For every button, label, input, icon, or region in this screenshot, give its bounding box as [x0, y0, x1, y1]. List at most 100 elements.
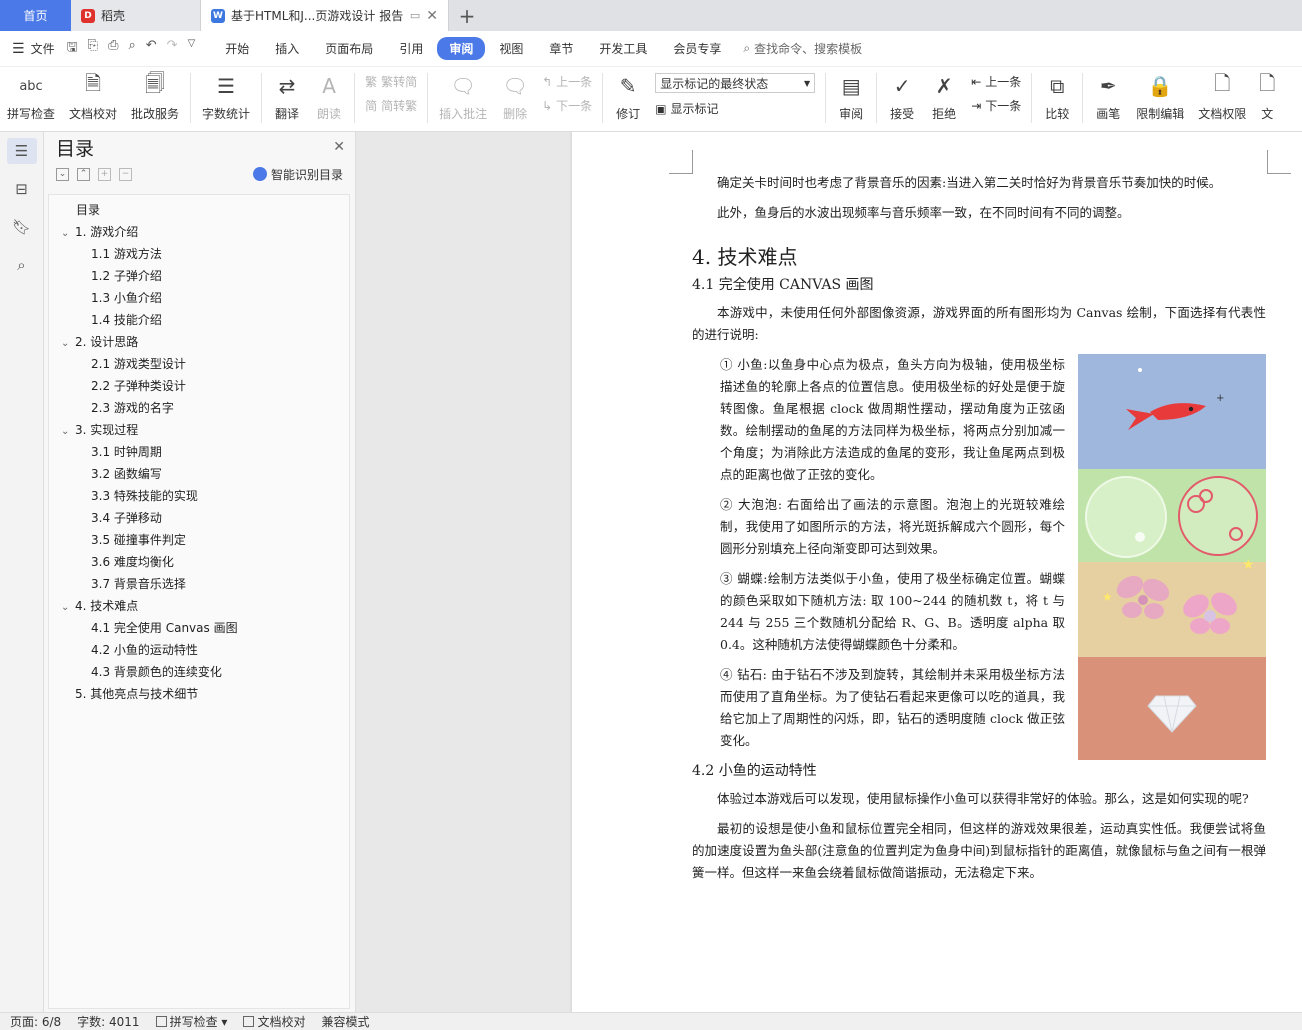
tab-document[interactable]: W 基于HTML和J...页游戏设计 报告 ▭ ✕ — [201, 0, 449, 31]
show-marks-label: 显示标记 — [670, 102, 719, 116]
toc-view-icon[interactable]: ☰ — [6, 138, 37, 164]
bookmark-icon[interactable]: 🔖︎ — [7, 214, 37, 240]
compare-button[interactable]: ⧉ 比较 — [1036, 71, 1078, 122]
trad-to-simp-button[interactable]: 繁繁转简 — [365, 73, 417, 90]
markup-mode-select[interactable]: 显示标记的最终状态 ▼ — [655, 73, 816, 93]
command-search[interactable]: ⌕ 查找命令、搜索模板 — [743, 40, 862, 57]
toc-item[interactable]: 1.1 游戏方法 — [49, 243, 349, 265]
toc-item[interactable]: 1.2 子弹介绍 — [49, 265, 349, 287]
chevron-down-icon[interactable]: ⌄ — [61, 223, 75, 245]
toc-item[interactable]: 3.2 函数编写 — [49, 463, 349, 485]
word-count-button[interactable]: ☰ 字数统计 — [195, 71, 257, 122]
annotate-service-button[interactable]: 🗐 批改服务 — [124, 71, 186, 122]
spell-check-status[interactable]: 拼写检查 ▾ — [155, 1013, 227, 1030]
prev-revision-button[interactable]: ⇤ 上一条 — [971, 73, 1021, 90]
next-comment-button[interactable]: ↳ 下一条 — [542, 97, 592, 114]
toc-item[interactable]: 5. 其他亮点与技术细节 — [49, 683, 349, 705]
word-count-indicator[interactable]: 字数: 4011 — [77, 1013, 139, 1030]
read-aloud-button[interactable]: A 朗读 — [308, 71, 350, 122]
proof-status[interactable]: 文档校对 — [243, 1013, 305, 1030]
smart-toc-button[interactable]: 智能识别目录 — [252, 166, 343, 183]
checkbox-icon — [155, 1016, 167, 1027]
review-pane-button[interactable]: ▤ 审阅 — [830, 71, 872, 122]
menu-tab-5[interactable]: 视图 — [487, 37, 535, 60]
toc-item[interactable]: 3.6 难度均衡化 — [49, 551, 349, 573]
toc-item[interactable]: 4.2 小鱼的运动特性 — [49, 639, 349, 661]
accept-button[interactable]: ✓ 接受 — [881, 71, 923, 122]
document-page[interactable]: 确定关卡时间时也考虑了背景音乐的因素:当进入第二关时恰好为背景音乐节奏加快的时候… — [572, 132, 1302, 1012]
new-tab-button[interactable]: + — [449, 0, 485, 31]
toc-item[interactable]: 3.7 背景音乐选择 — [49, 573, 349, 595]
close-tab-icon[interactable]: ✕ — [426, 8, 438, 24]
file-menu[interactable]: ☰ 文件 — [12, 40, 55, 57]
translate-button[interactable]: ⇄ 翻译 — [266, 71, 308, 122]
more-document-button[interactable]: 🗋 文 — [1253, 71, 1281, 122]
menu-tab-4[interactable]: 审阅 — [437, 37, 486, 60]
tab-daoke[interactable]: D 稻壳 — [71, 0, 201, 31]
menu-tab-2[interactable]: 页面布局 — [313, 37, 385, 60]
toc-item-label: 1.4 技能介绍 — [91, 313, 162, 327]
checkbox-icon — [243, 1016, 255, 1027]
remove-heading-icon[interactable]: − — [119, 167, 132, 181]
toc-item[interactable]: 4.3 背景颜色的连续变化 — [49, 661, 349, 683]
export-icon[interactable]: ⎘ — [88, 38, 98, 60]
menu-tab-8[interactable]: 会员专享 — [661, 37, 733, 60]
toc-item[interactable]: 目录 — [49, 199, 349, 221]
menu-tab-3[interactable]: 引用 — [387, 37, 435, 60]
document-permission-button[interactable]: 🗋 文档权限 — [1191, 71, 1253, 122]
toc-item[interactable]: 1.3 小鱼介绍 — [49, 287, 349, 309]
spell-check-button[interactable]: abc 拼写检查 — [0, 71, 62, 122]
save-icon[interactable]: 🖫 — [67, 38, 78, 60]
toc-item[interactable]: 3.3 特殊技能的实现 — [49, 485, 349, 507]
toc-item[interactable]: 3.1 时钟周期 — [49, 441, 349, 463]
toc-item[interactable]: 3.5 碰撞事件判定 — [49, 529, 349, 551]
revise-button[interactable]: ✎ 修订 — [607, 71, 649, 122]
expand-all-icon[interactable]: ⌄ — [56, 167, 69, 181]
toc-item[interactable]: 2.2 子弹种类设计 — [49, 375, 349, 397]
toc-item[interactable]: 2.1 游戏类型设计 — [49, 353, 349, 375]
show-marks-button[interactable]: ▣ 显示标记 — [655, 100, 815, 117]
restrict-edit-button[interactable]: 🔒 限制编辑 — [1129, 71, 1191, 122]
chapter-view-icon[interactable]: ⊟ — [7, 176, 37, 202]
chevron-down-icon[interactable]: ⌄ — [61, 421, 75, 443]
menu-tab-7[interactable]: 开发工具 — [587, 37, 659, 60]
chevron-down-icon[interactable]: ⌄ — [61, 597, 75, 619]
next-revision-button[interactable]: ⇥ 下一条 — [971, 97, 1021, 114]
toc-item[interactable]: ⌄ 4. 技术难点 — [49, 595, 349, 617]
menu-tab-1[interactable]: 插入 — [263, 37, 311, 60]
toc-item[interactable]: 4.1 完全使用 Canvas 画图 — [49, 617, 349, 639]
print-preview-icon[interactable]: ⌕ — [128, 38, 135, 60]
find-icon[interactable]: ⌕ — [7, 252, 37, 278]
revision-nav-group: ⇤ 上一条 ⇥ 下一条 — [965, 71, 1027, 116]
collapse-all-icon[interactable]: ⌃ — [77, 167, 90, 181]
customize-chevron-icon[interactable]: ▽ — [188, 38, 196, 60]
document-canvas[interactable]: 确定关卡时间时也考虑了背景音乐的因素:当进入第二关时恰好为背景音乐节奏加快的时候… — [356, 132, 1302, 1012]
menu-tab-6[interactable]: 章节 — [537, 37, 585, 60]
simp-to-trad-button[interactable]: 简简转繁 — [365, 97, 417, 114]
print-icon[interactable]: ⎙ — [108, 38, 118, 60]
reject-button[interactable]: ✗ 拒绝 — [923, 71, 965, 122]
toc-item[interactable]: 2.3 游戏的名字 — [49, 397, 349, 419]
toc-item[interactable]: ⌄ 1. 游戏介绍 — [49, 221, 349, 243]
tab-home[interactable]: 首页 — [0, 0, 71, 31]
undo-icon[interactable]: ↶ — [146, 38, 157, 60]
pen-button[interactable]: ✒ 画笔 — [1087, 71, 1129, 122]
close-icon[interactable]: ✕ — [333, 139, 345, 155]
menu-tab-0[interactable]: 开始 — [213, 37, 261, 60]
delete-comment-button[interactable]: 🗨 删除 — [494, 71, 536, 122]
toc-panel: 目录 ✕ ⌄ ⌃ + − 智能识别目录 目录 ⌄ 1. 游戏介绍 1.1 游戏方法 1.… — [44, 132, 356, 1012]
toc-item[interactable]: ⌄ 2. 设计思路 — [49, 331, 349, 353]
toc-item[interactable]: 1.4 技能介绍 — [49, 309, 349, 331]
monitor-icon[interactable]: ▭ — [410, 9, 420, 22]
toc-item[interactable]: 3.4 子弹移动 — [49, 507, 349, 529]
chevron-down-icon[interactable]: ⌄ — [61, 333, 75, 355]
redo-icon[interactable]: ↷ — [167, 38, 178, 60]
document-proof-button[interactable]: 🗎 文档校对 — [62, 71, 124, 122]
toc-item[interactable]: ⌄ 3. 实现过程 — [49, 419, 349, 441]
page-indicator[interactable]: 页面: 6/8 — [10, 1013, 61, 1030]
ribbon-divider — [354, 73, 356, 123]
insert-comment-button[interactable]: 🗨 插入批注 — [432, 71, 494, 122]
document-permission-icon: 🗋 — [1214, 71, 1231, 95]
prev-comment-button[interactable]: ↰ 上一条 — [542, 73, 592, 90]
add-heading-icon[interactable]: + — [98, 167, 111, 181]
